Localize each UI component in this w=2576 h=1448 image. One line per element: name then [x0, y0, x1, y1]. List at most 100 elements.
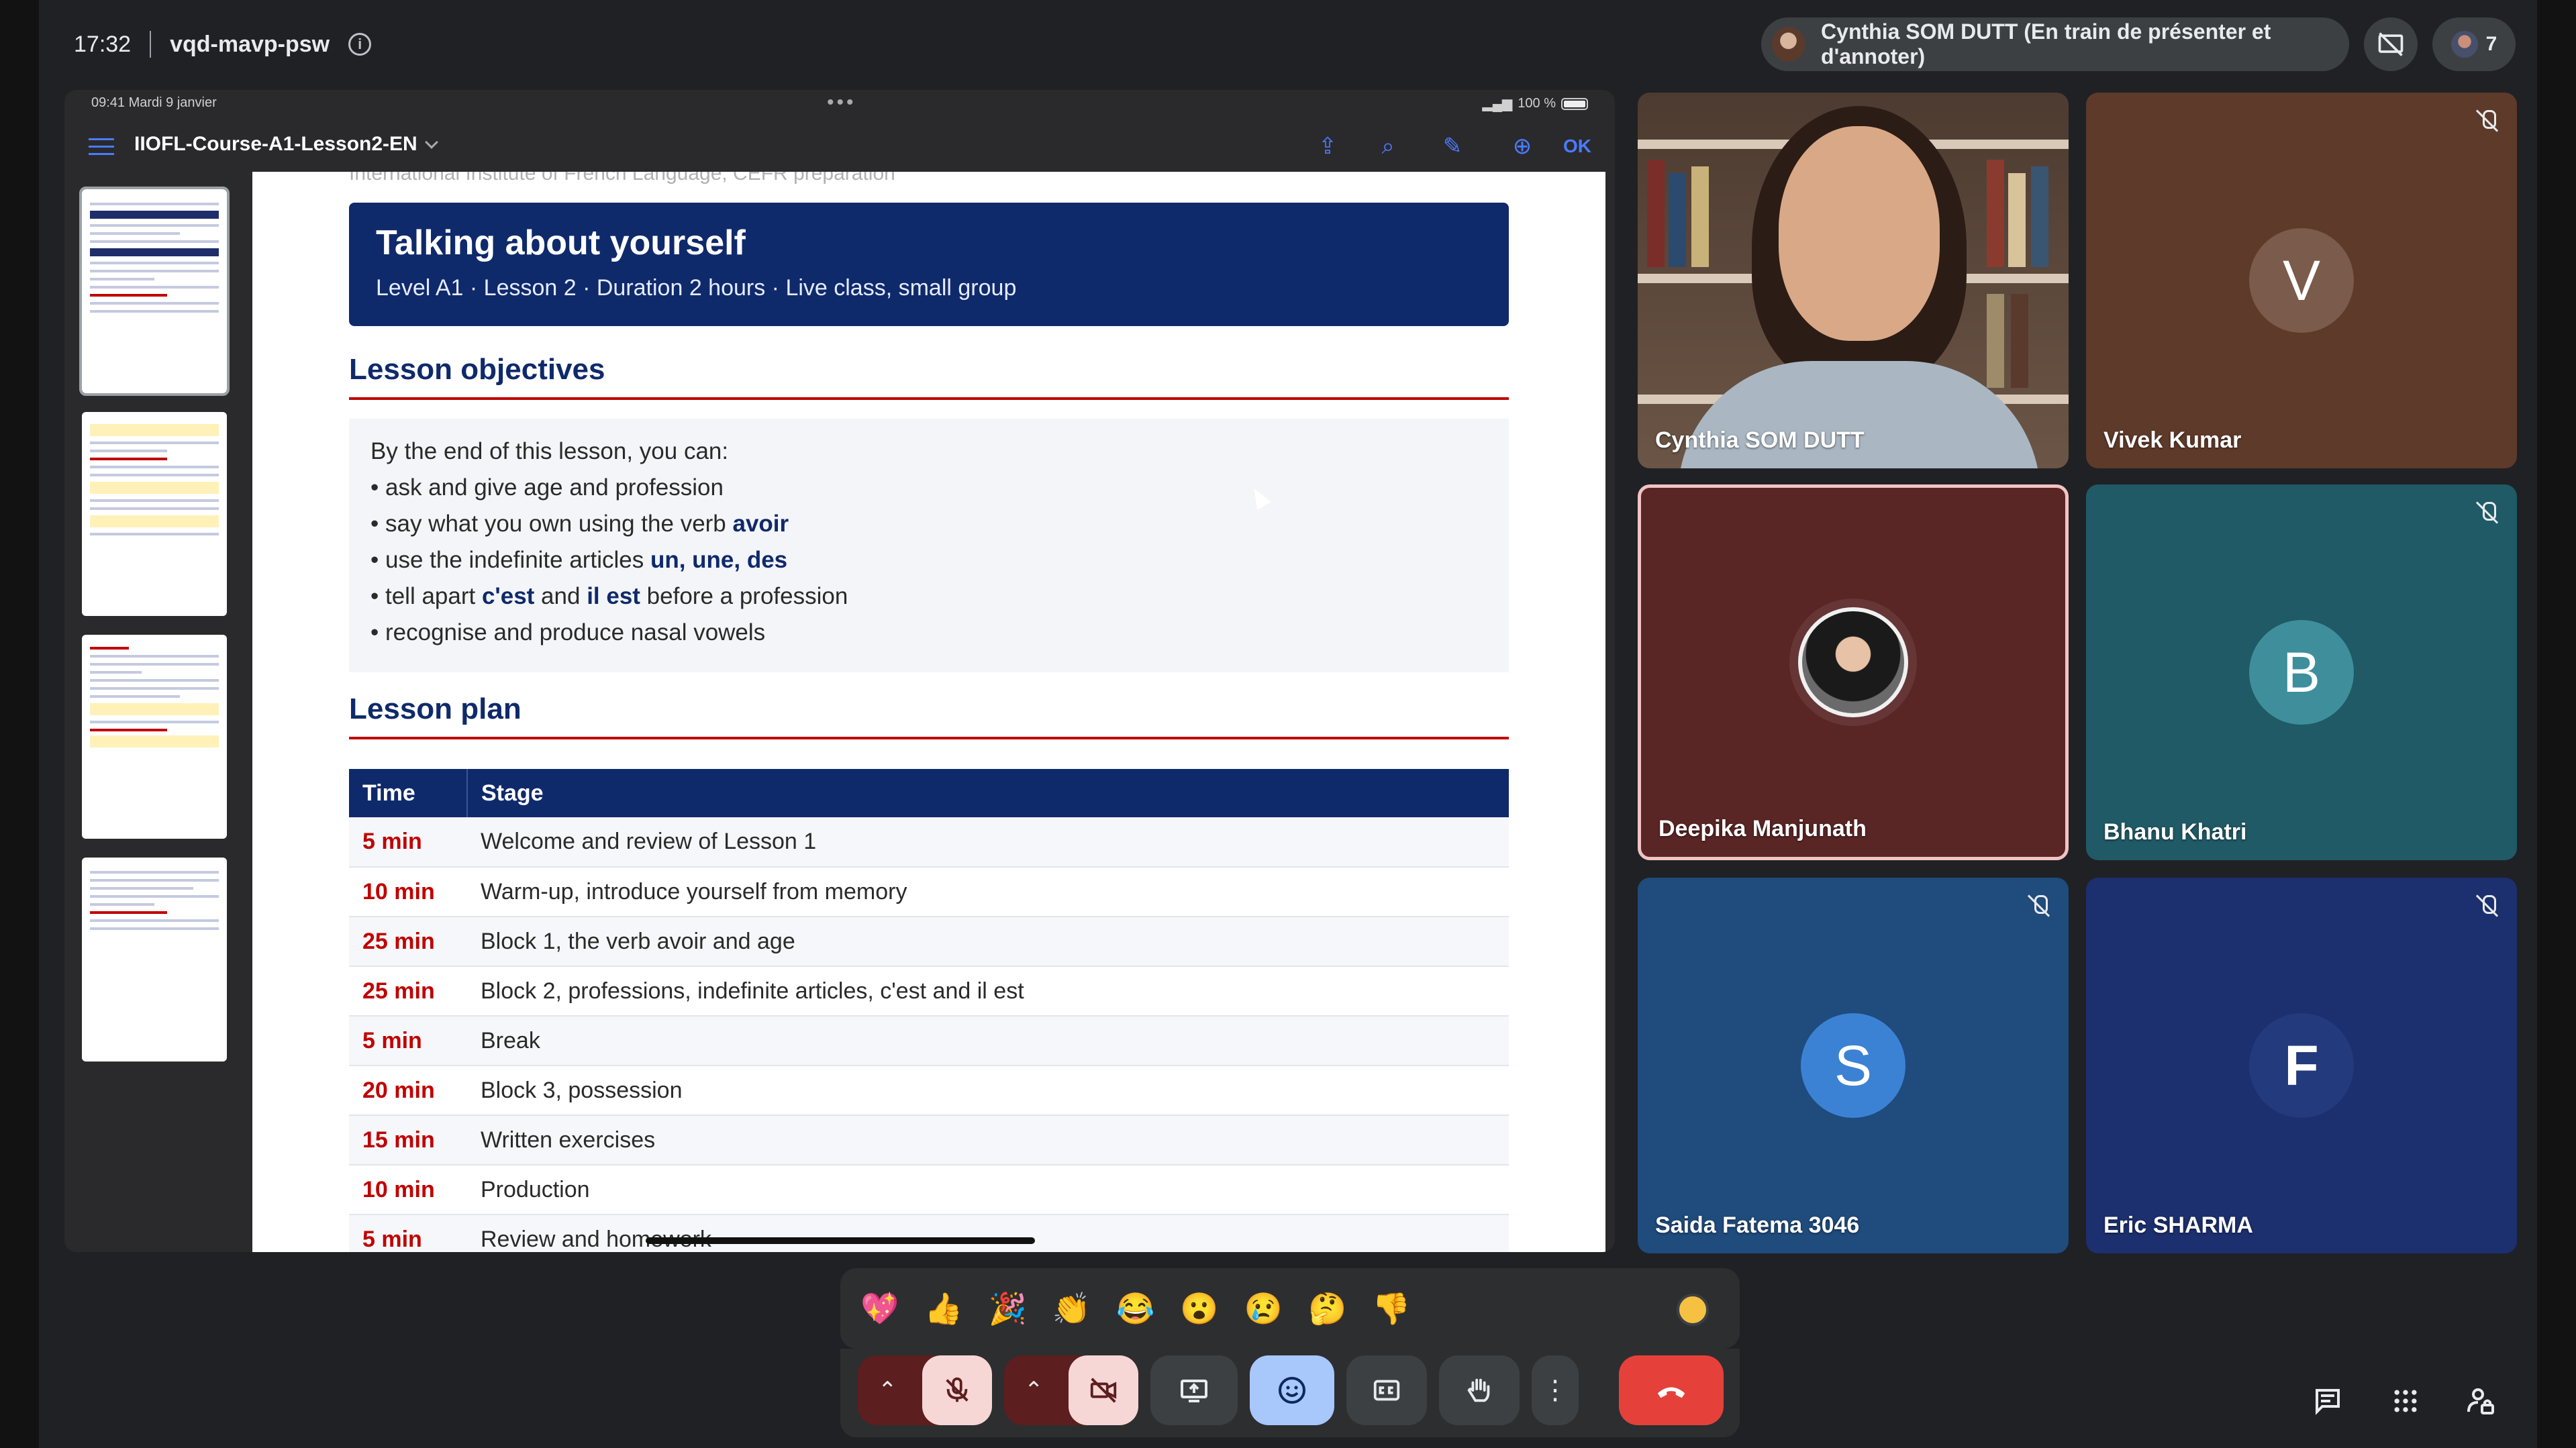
tile-cynthia[interactable]: Cynthia SOM DUTT: [1638, 93, 2069, 468]
mic-off-icon: [946, 1377, 969, 1402]
present-icon: [1181, 1380, 1207, 1402]
presenter-avatar: [1772, 27, 1805, 62]
lesson-banner: Talking about yourself Level A1 · Lesson…: [349, 203, 1509, 326]
reaction-thumbs-up[interactable]: 👍: [924, 1290, 962, 1327]
avatar: B: [2249, 620, 2354, 725]
objective-item: tell apart c'est and il est before a pro…: [370, 578, 1487, 615]
people-icon: [2450, 31, 2478, 58]
reaction-thumbs-down[interactable]: 👎: [1372, 1290, 1410, 1327]
more-options-button[interactable]: ⋮: [1532, 1355, 1579, 1425]
pdf-page: International Institute of French Langua…: [252, 172, 1605, 1252]
reaction-laugh[interactable]: 😂: [1116, 1290, 1154, 1327]
thumbnail-page-4[interactable]: [82, 858, 227, 1062]
battery-percent: 100 %: [1518, 96, 1556, 111]
captions-button[interactable]: [1346, 1355, 1427, 1425]
reaction-clap[interactable]: 👏: [1052, 1290, 1091, 1327]
camera-off-button[interactable]: [1069, 1355, 1138, 1425]
present-screen-button[interactable]: [1150, 1355, 1238, 1425]
stop-presentation-view-button[interactable]: [2364, 17, 2418, 71]
tile-deepika[interactable]: Deepika Manjunath: [1638, 484, 2069, 860]
page-thumbnails: [64, 172, 252, 1252]
chevron-down-icon: [424, 136, 438, 149]
home-indicator: [646, 1237, 1035, 1244]
tile-bhanu[interactable]: B Bhanu Khatri: [2086, 484, 2517, 860]
reaction-party[interactable]: 🎉: [989, 1290, 1027, 1327]
participant-name: Bhanu Khatri: [2103, 819, 2247, 845]
thumbnail-page-1[interactable]: [79, 187, 230, 396]
reaction-sad[interactable]: 😢: [1244, 1290, 1283, 1327]
emoji-button[interactable]: [1250, 1355, 1334, 1425]
table-row: 10 min Warm-up, introduce yourself from m…: [349, 867, 1509, 917]
participants-button[interactable]: 7: [2432, 17, 2516, 71]
table-row: 20 min Block 3, possession: [349, 1066, 1509, 1116]
tile-saida[interactable]: S Saida Fatema 3046: [1638, 878, 2069, 1253]
more-vert-icon: ⋮: [1542, 1376, 1569, 1405]
objective-item: use the indefinite articles un, une, des: [370, 542, 1487, 578]
participant-name: Saida Fatema 3046: [1655, 1212, 1860, 1238]
objective-item: ask and give age and profession: [370, 470, 1487, 506]
host-controls-button[interactable]: [2454, 1374, 2508, 1428]
ok-button[interactable]: OK: [1563, 133, 1592, 160]
participant-count: 7: [2485, 33, 2497, 55]
markup-icon[interactable]: ✎: [1438, 133, 1467, 160]
search-icon[interactable]: ⌕: [1373, 133, 1403, 160]
hand-icon: [1467, 1378, 1490, 1402]
speaking-indicator: [1789, 599, 1917, 726]
reaction-thinking[interactable]: 🤔: [1308, 1290, 1346, 1327]
chat-button[interactable]: [2301, 1374, 2355, 1428]
table-row: 25 min Block 1, the verb avoir and age: [349, 917, 1509, 967]
chat-icon: [2316, 1389, 2340, 1415]
avatar: S: [1801, 1013, 1905, 1118]
thumbnail-page-2[interactable]: [82, 412, 227, 616]
lesson-title: Talking about yourself: [376, 223, 746, 262]
presenter-label: Cynthia SOM DUTT (En train de présenter …: [1821, 19, 2271, 68]
table-row: 10 min Production: [349, 1165, 1509, 1215]
call-controls: ⌃ ⌃ ⋮: [840, 1349, 1740, 1437]
thumbnail-page-3[interactable]: [82, 635, 227, 839]
leave-call-button[interactable]: [1619, 1355, 1724, 1425]
activities-button[interactable]: [2379, 1374, 2432, 1428]
battery-status: ▂▄▆ 100 %: [1482, 95, 1588, 112]
objective-item: recognise and produce nasal vowels: [370, 615, 1487, 651]
ipad-time: 09:41 Mardi 9 janvier: [91, 95, 217, 110]
mic-options-chevron-icon[interactable]: ⌃: [878, 1377, 897, 1404]
sidebar-list-icon[interactable]: [89, 138, 114, 156]
camera-group: ⌃: [1004, 1355, 1138, 1425]
share-icon[interactable]: ⇪: [1313, 133, 1342, 160]
navigate-icon[interactable]: ⊕: [1507, 133, 1537, 160]
mic-group: ⌃: [858, 1355, 992, 1425]
participant-name: Cynthia SOM DUTT: [1655, 427, 1865, 453]
skin-tone-button[interactable]: [1677, 1294, 1709, 1326]
avatar: F: [2249, 1013, 2354, 1118]
plan-heading: Lesson plan: [349, 692, 522, 725]
camera-options-chevron-icon[interactable]: ⌃: [1024, 1377, 1044, 1404]
column-header-stage: Stage: [467, 769, 1509, 817]
objectives-rule: [349, 397, 1509, 400]
column-header-time: Time: [349, 769, 468, 817]
captions-icon: [1373, 1380, 1400, 1401]
table-row: 5 min Welcome and review of Lesson 1: [349, 817, 1509, 868]
left-edge: [0, 0, 39, 1448]
tile-eric[interactable]: F Eric SHARMA: [2086, 878, 2517, 1253]
wifi-icon: ▂▄▆: [1482, 97, 1513, 111]
presenter-chip[interactable]: Cynthia SOM DUTT (En train de présenter …: [1761, 17, 2349, 71]
clock: 17:32: [74, 31, 132, 57]
participant-name: Deepika Manjunath: [1658, 816, 1867, 841]
tile-vivek[interactable]: V Vivek Kumar: [2086, 93, 2517, 468]
objectives-list: ask and give age and profession say what…: [370, 470, 1487, 651]
info-icon[interactable]: i: [348, 33, 372, 56]
ipad-status-bar: 09:41 Mardi 9 janvier ••• ▂▄▆ 100 %: [64, 90, 1615, 118]
shared-screen: 09:41 Mardi 9 janvier ••• ▂▄▆ 100 % IIOF…: [64, 90, 1615, 1252]
table-row: 15 min Written exercises: [349, 1115, 1509, 1166]
raise-hand-button[interactable]: [1439, 1355, 1520, 1425]
camera-feed: [1638, 93, 2069, 468]
multitask-dots: •••: [827, 91, 856, 113]
table-header-row: Time Stage: [349, 769, 1509, 817]
reaction-surprised[interactable]: 😮: [1180, 1290, 1218, 1327]
table-row: 5 min Break: [349, 1016, 1509, 1066]
apps-icon: [2394, 1390, 2417, 1412]
reaction-heart[interactable]: 💖: [860, 1290, 899, 1327]
document-title[interactable]: IIOFL-Course-A1-Lesson2-EN: [134, 133, 438, 156]
mic-muted-button[interactable]: [922, 1355, 992, 1425]
muted-mic-icon: [2475, 501, 2499, 525]
